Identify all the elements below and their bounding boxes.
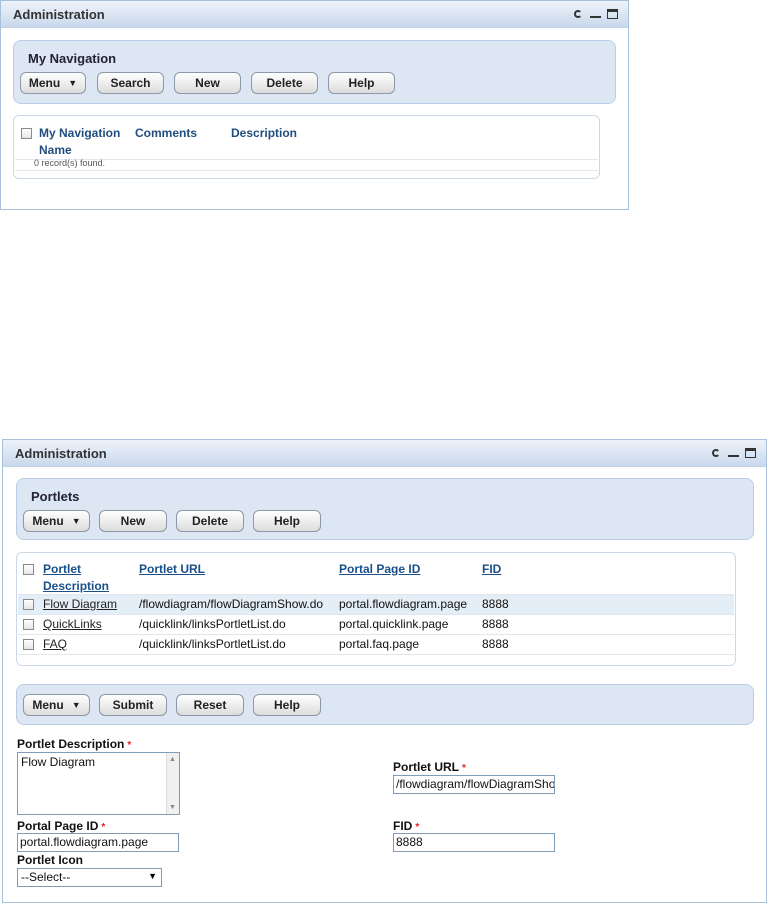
scroll-down-icon[interactable]: ▼ [169,804,176,811]
portlet-description-textarea[interactable]: Flow Diagram ▲ ▼ [17,752,180,815]
row-page-id: portal.faq.page [339,637,420,651]
select-all-checkbox[interactable] [21,128,32,139]
required-marker: * [127,740,132,751]
column-header-portlet[interactable]: Portlet [43,562,81,576]
portlets-toolbar: Portlets Menu ▼ New Delete Help [16,478,754,540]
row-fid: 8888 [482,637,509,651]
menu-dropdown-icon: ▼ [68,78,78,88]
portlet-title-bar: Administration [3,440,766,467]
portlet-title: Administration [13,7,105,22]
maximize-icon[interactable] [745,448,756,458]
select-all-checkbox[interactable] [23,564,34,575]
column-header-comments[interactable]: Comments [135,126,197,140]
refresh-icon[interactable] [573,9,584,19]
row-checkbox[interactable] [23,619,34,630]
help-button[interactable]: Help [328,72,395,94]
window-controls [711,448,756,458]
portlets-grid: Portlet Description Portlet URL Portal P… [16,552,736,666]
column-header-name-line2[interactable]: Name [39,143,72,157]
navigation-grid: My Navigation Name Comments Description … [13,115,600,179]
column-header-portlet-line2[interactable]: Description [43,579,109,593]
portlet-icon-select[interactable]: --Select-- ▼ [17,868,162,887]
help-button[interactable]: Help [253,694,321,716]
portal-page-id-input[interactable]: portal.flowdiagram.page [17,833,179,852]
delete-button[interactable]: Delete [251,72,318,94]
my-navigation-toolbar: My Navigation Menu ▼ Search New Delete He… [13,40,616,104]
new-button[interactable]: New [99,510,167,532]
row-fid: 8888 [482,597,509,611]
column-header-fid[interactable]: FID [482,562,501,576]
fid-label: FID * [393,819,420,833]
bottom-admin-portlet: Administration Portlets Menu ▼ New Delete… [2,439,767,903]
menu-dropdown-icon: ▼ [71,516,81,526]
row-url: /quicklink/linksPortletList.do [139,637,286,651]
required-marker: * [101,822,106,833]
menu-dropdown-icon: ▼ [71,700,81,710]
portlet-title: Administration [15,446,107,461]
row-url: /flowdiagram/flowDiagramShow.do [139,597,324,611]
menu-button[interactable]: Menu ▼ [23,510,90,532]
row-checkbox[interactable] [23,639,34,650]
new-button[interactable]: New [174,72,241,94]
menu-button[interactable]: Menu ▼ [20,72,86,94]
required-marker: * [462,763,466,774]
row-checkbox[interactable] [23,599,34,610]
scroll-up-icon[interactable]: ▲ [169,756,176,763]
window-controls [573,9,618,19]
column-header-name[interactable]: My Navigation [39,126,120,140]
delete-button[interactable]: Delete [176,510,244,532]
select-dropdown-icon[interactable]: ▼ [148,871,157,881]
grid-footer-divider [15,170,598,171]
required-marker: * [415,822,420,833]
record-count: 0 record(s) found. [34,158,106,168]
row-description-link[interactable]: FAQ [43,637,67,651]
grid-footer-divider [18,654,734,655]
row-description-link[interactable]: QuickLinks [43,617,102,631]
row-page-id: portal.quicklink.page [339,617,449,631]
refresh-icon[interactable] [711,448,722,458]
portlet-title-bar: Administration [1,1,628,28]
search-button[interactable]: Search [97,72,164,94]
portal-page-id-label: Portal Page ID * [17,819,106,833]
column-header-portal-page-id[interactable]: Portal Page ID [339,562,420,576]
toolbar-title: My Navigation [28,51,117,66]
menu-button[interactable]: Menu ▼ [23,694,90,716]
submit-button[interactable]: Submit [99,694,167,716]
portlet-icon-label: Portlet Icon [17,853,84,867]
textarea-scrollbar[interactable]: ▲ ▼ [166,753,179,814]
row-url: /quicklink/linksPortletList.do [139,617,286,631]
portlet-url-label: Portlet URL * [393,760,466,774]
row-fid: 8888 [482,617,509,631]
form-toolbar: Menu ▼ Submit Reset Help [16,684,754,725]
maximize-icon[interactable] [607,9,618,19]
top-admin-portlet: Administration My Navigation Menu ▼ Searc… [0,0,629,210]
minimize-icon[interactable] [590,9,601,19]
column-header-description[interactable]: Description [231,126,297,140]
reset-button[interactable]: Reset [176,694,244,716]
toolbar-title: Portlets [31,489,80,504]
fid-input[interactable]: 8888 [393,833,555,852]
portlet-url-input[interactable]: /flowdiagram/flowDiagramShow [393,775,555,794]
row-description-link[interactable]: Flow Diagram [43,597,117,611]
help-button[interactable]: Help [253,510,321,532]
minimize-icon[interactable] [728,448,739,458]
row-page-id: portal.flowdiagram.page [339,597,468,611]
column-header-portlet-url[interactable]: Portlet URL [139,562,205,576]
portlet-description-label: Portlet Description * [17,737,132,751]
